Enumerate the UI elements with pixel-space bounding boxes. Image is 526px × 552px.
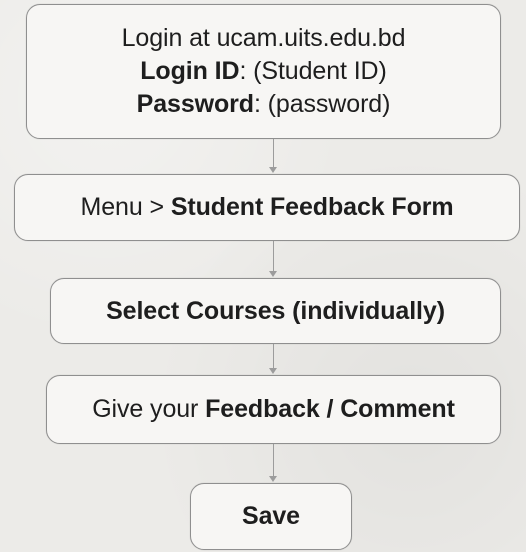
feedback-prefix: Give your [92, 395, 206, 423]
login-url-line: Login at ucam.uits.edu.bd [121, 24, 406, 52]
feedback-line: Give your Feedback / Comment [92, 393, 455, 426]
arrowhead-1 [269, 167, 277, 173]
menu-prefix: Menu > [80, 193, 171, 221]
feedback-comment-label: Feedback / Comment [205, 395, 455, 423]
arrowhead-4 [269, 476, 277, 482]
login-id-value: : (Student ID) [239, 57, 387, 85]
password-line: Password: (password) [137, 88, 391, 121]
login-id-label: Login ID [140, 57, 240, 85]
password-label: Password [136, 90, 254, 118]
login-id-line: Login ID: (Student ID) [140, 55, 387, 88]
student-feedback-form-label: Student Feedback Form [170, 193, 454, 221]
menu-line: Menu > Student Feedback Form [81, 191, 454, 224]
step-login-box: Login at ucam.uits.edu.bd Login ID: (Stu… [26, 4, 501, 139]
select-courses-text: Select Courses (individually) [106, 296, 445, 325]
flowchart-canvas: Login at ucam.uits.edu.bd Login ID: (Stu… [0, 0, 526, 552]
connector-1 [273, 139, 274, 168]
step-save-box: Save [190, 483, 352, 550]
password-value: : (password) [253, 90, 391, 118]
connector-2 [273, 241, 274, 272]
connector-3 [273, 344, 274, 369]
save-text: Save [242, 502, 300, 530]
arrowhead-3 [269, 368, 277, 374]
step-select-courses-box: Select Courses (individually) [50, 278, 501, 344]
arrowhead-2 [269, 271, 277, 277]
connector-4 [273, 444, 274, 477]
step-menu-box: Menu > Student Feedback Form [14, 174, 520, 241]
step-feedback-box: Give your Feedback / Comment [46, 375, 501, 444]
